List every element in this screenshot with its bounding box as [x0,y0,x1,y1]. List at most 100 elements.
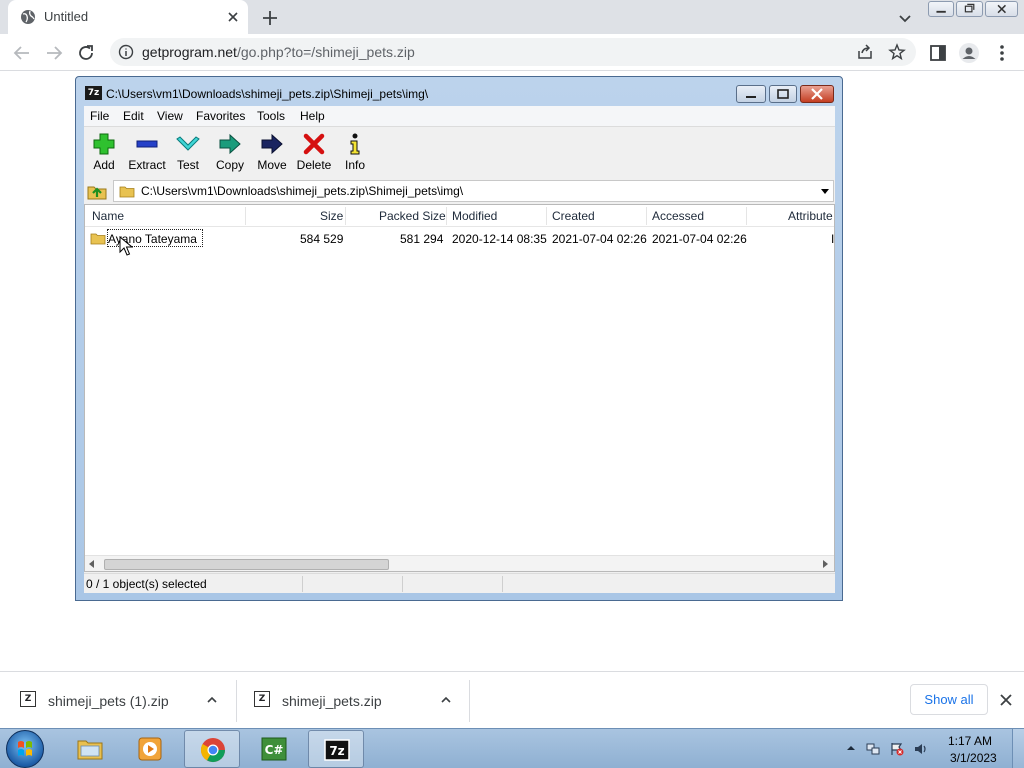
taskbar-media-player[interactable] [122,730,178,768]
tray-expand-icon[interactable] [846,743,856,753]
extract-button[interactable]: Extract [125,131,169,177]
close-download-bar-icon[interactable] [998,692,1014,708]
share-icon[interactable] [856,43,874,61]
path-dropdown-arrow-icon[interactable] [821,189,829,194]
row-packed-size: 581 294 [400,232,444,246]
bookmark-star-icon[interactable] [888,43,906,61]
volume-icon[interactable] [914,742,928,756]
browser-minimize-button[interactable] [928,1,955,17]
row-created: 2021-07-04 02:26 [552,232,647,246]
tab-title: Untitled [44,9,89,24]
browser-tab[interactable]: Untitled [8,0,248,34]
side-panel-icon[interactable] [927,42,949,64]
column-divider[interactable] [646,207,647,225]
column-divider[interactable] [446,207,447,225]
browser-restore-button[interactable] [956,1,983,17]
copy-button[interactable]: Copy [208,131,252,177]
column-divider[interactable] [746,207,747,225]
column-attribute[interactable]: Attribute [788,209,833,223]
back-icon[interactable] [11,42,33,64]
url-text: getprogram.net/go.php?to=/shimeji_pets.z… [142,44,415,60]
test-check-icon [176,136,200,151]
browser-close-button[interactable] [984,1,1019,17]
sevenzip-titlebar[interactable]: 7z C:\Users\vm1\Downloads\shimeji_pets.z… [76,77,842,106]
info-button[interactable]: Info [333,131,377,177]
sevenzip-close-button[interactable] [800,85,834,103]
column-size[interactable]: Size [320,209,343,223]
add-label: Add [93,158,115,172]
new-tab-icon[interactable] [260,8,280,28]
profile-avatar-icon[interactable] [958,42,980,64]
sevenzip-menubar: File Edit View Favorites Tools Help [84,106,835,126]
move-button[interactable]: Move [250,131,294,177]
table-row[interactable]: Ayano Tateyama 584 529 581 294 2020-12-1… [85,229,835,256]
menu-tools[interactable]: Tools [257,109,285,123]
address-bar[interactable]: getprogram.net/go.php?to=/shimeji_pets.z… [110,38,916,66]
tab-search-chevron-icon[interactable] [896,9,914,27]
column-created[interactable]: Created [552,209,595,223]
chevron-up-icon[interactable] [206,694,218,706]
sevenzip-path-combobox[interactable]: C:\Users\vm1\Downloads\shimeji_pets.zip\… [113,180,834,202]
sevenzip-window: 7z C:\Users\vm1\Downloads\shimeji_pets.z… [75,76,843,601]
test-button[interactable]: Test [166,131,210,177]
taskbar-chrome[interactable] [184,730,240,768]
taskbar-csharp[interactable]: C# [246,730,302,768]
column-name[interactable]: Name [92,209,124,223]
column-divider[interactable] [245,207,246,225]
column-accessed[interactable]: Accessed [652,209,704,223]
sevenzip-maximize-button[interactable] [769,85,797,103]
show-desktop-button[interactable] [1012,729,1024,768]
horizontal-scrollbar[interactable] [85,555,834,571]
url-path: /go.php?to=/shimeji_pets.zip [236,44,415,60]
sevenzip-file-list[interactable]: Name Size Packed Size Modified Created A… [84,204,835,572]
column-divider[interactable] [546,207,547,225]
network-icon[interactable] [866,742,880,756]
sevenzip-minimize-button[interactable] [736,85,766,103]
menu-view[interactable]: View [157,109,183,123]
action-center-flag-icon[interactable] [890,742,904,756]
start-button[interactable] [6,730,44,768]
up-folder-icon[interactable] [86,181,108,201]
url-host: getprogram.net [142,44,237,60]
menu-edit[interactable]: Edit [123,109,144,123]
extract-minus-icon [136,140,158,148]
row-attribute: I [831,232,835,246]
windows-taskbar: C# 7z 1:17 AM 3/1/2023 [0,728,1024,768]
site-info-icon[interactable] [118,44,134,60]
column-divider[interactable] [345,207,346,225]
media-player-icon [138,737,162,761]
menu-help[interactable]: Help [300,109,325,123]
windows-logo-icon [18,741,32,756]
add-button[interactable]: Add [82,131,126,177]
csharp-app-icon: C# [261,737,287,761]
scroll-right-arrow-icon[interactable] [823,560,828,568]
file-list-header: Name Size Packed Size Modified Created A… [85,205,834,227]
column-packed-size[interactable]: Packed Size [379,209,446,223]
csharp-app-label: C# [265,743,284,757]
menu-favorites[interactable]: Favorites [196,109,245,123]
status-divider [502,576,503,592]
delete-button[interactable]: Delete [292,131,336,177]
chevron-up-icon[interactable] [440,694,452,706]
delete-label: Delete [296,158,332,172]
download-item[interactable]: Z shimeji_pets (1).zip [0,672,236,729]
forward-icon[interactable] [43,42,65,64]
scroll-left-arrow-icon[interactable] [89,560,94,568]
clock-date[interactable]: 3/1/2023 [950,751,997,765]
taskbar-explorer[interactable] [62,730,118,768]
download-divider [469,680,470,722]
show-all-button[interactable]: Show all [910,684,988,715]
row-modified: 2020-12-14 08:35 [452,232,547,246]
menu-file[interactable]: File [90,109,109,123]
download-item[interactable]: Z shimeji_pets.zip [234,672,470,729]
taskbar-7zip[interactable]: 7z [308,730,364,768]
move-arrow-icon [261,133,283,155]
column-modified[interactable]: Modified [452,209,497,223]
clock-time[interactable]: 1:17 AM [948,734,992,748]
menu-kebab-icon[interactable] [991,42,1013,64]
sevenzip-toolbar: Add Extract Test Copy Move Delete Info [84,126,835,178]
sevenzip-address-row: C:\Users\vm1\Downloads\shimeji_pets.zip\… [84,179,835,203]
close-tab-icon[interactable] [224,8,242,26]
scrollbar-thumb[interactable] [104,559,389,570]
reload-icon[interactable] [75,42,97,64]
